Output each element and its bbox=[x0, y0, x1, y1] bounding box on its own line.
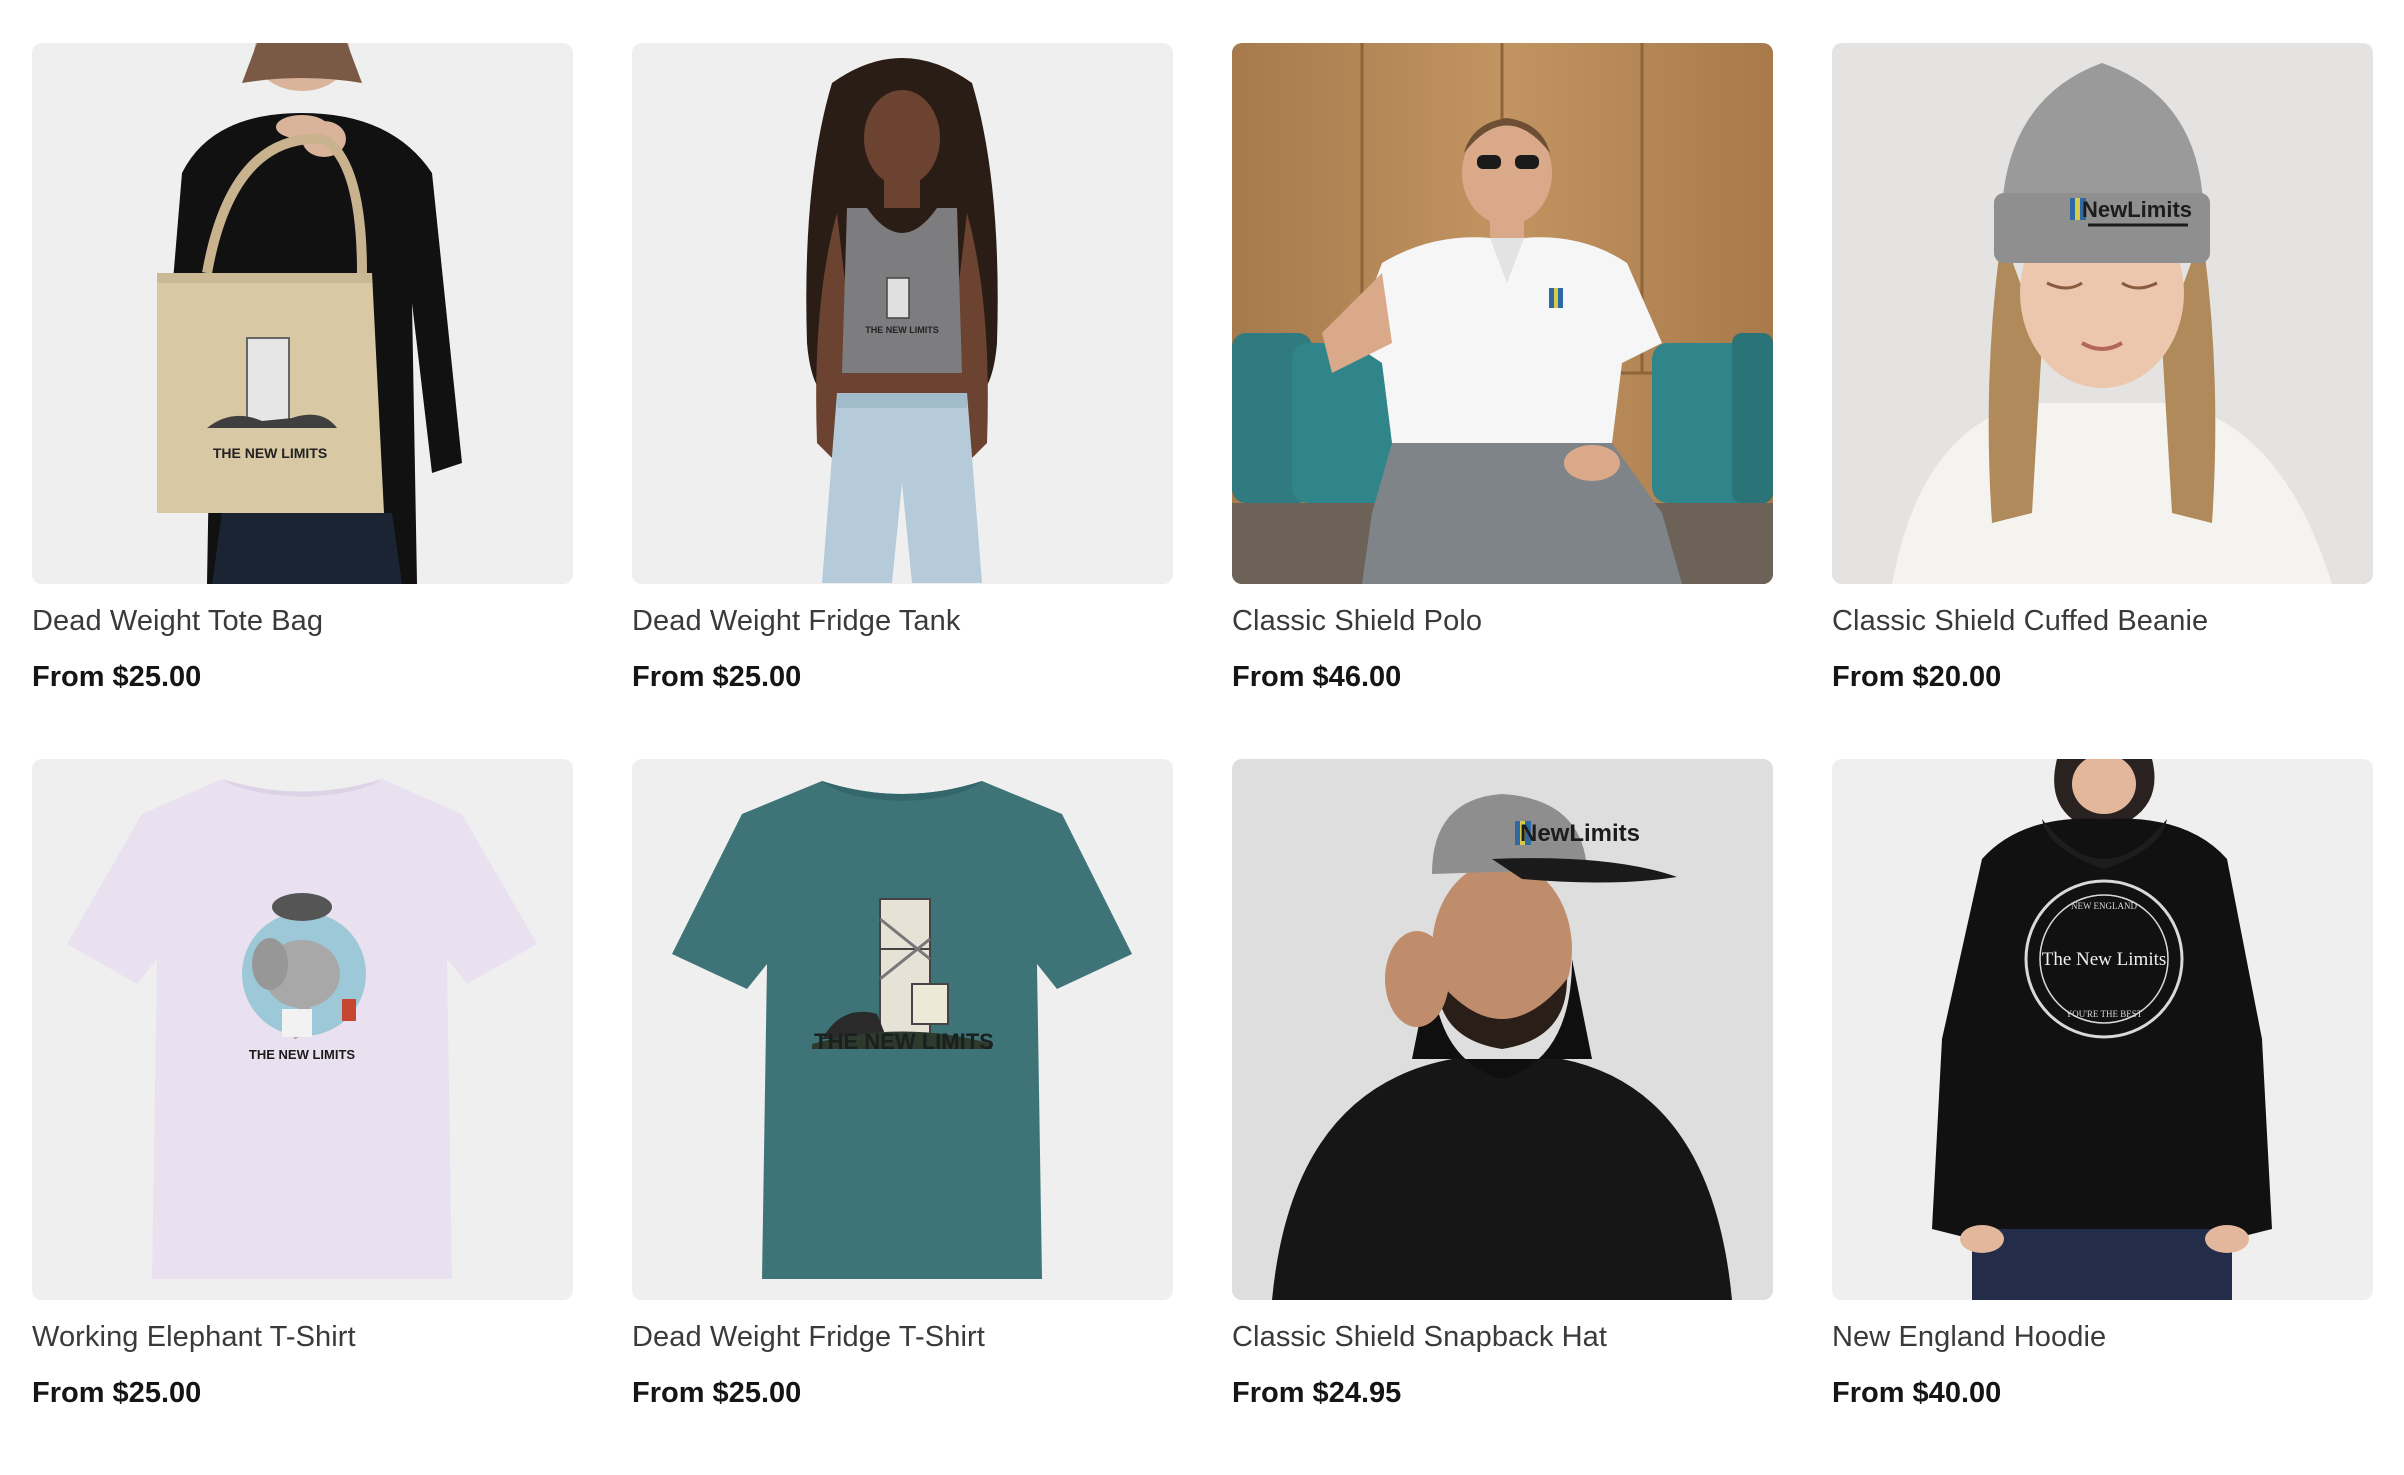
product-card[interactable]: THE NEW LIMITS Working Elephant T-Shirt … bbox=[32, 759, 573, 1475]
product-card[interactable]: Classic Shield Polo From $46.00 bbox=[1232, 43, 1773, 759]
snapback-photo: NewLimits bbox=[1232, 759, 1773, 1300]
hoodie-ring-top-text: NEW ENGLAND bbox=[2071, 901, 2138, 911]
hoodie-photo: NEW ENGLAND The New Limits YOU'RE THE BE… bbox=[1832, 759, 2373, 1300]
product-card[interactable]: NewLimits Classic Shield Cuffed Beanie F… bbox=[1832, 43, 2373, 759]
product-image[interactable]: NewLimits bbox=[1832, 43, 2373, 584]
hoodie-main-text: The New Limits bbox=[2042, 949, 2167, 970]
product-price: From $25.00 bbox=[632, 1377, 802, 1409]
product-image[interactable]: THE NEW LIMITS bbox=[632, 43, 1173, 584]
product-title[interactable]: Classic Shield Polo bbox=[1232, 602, 1773, 640]
product-image[interactable]: THE NEW LIMITS bbox=[32, 43, 573, 584]
product-price: From $25.00 bbox=[32, 1377, 202, 1409]
product-price: From $20.00 bbox=[1832, 661, 2002, 693]
tank-top-photo: THE NEW LIMITS bbox=[632, 43, 1173, 584]
product-title[interactable]: Classic Shield Snapback Hat bbox=[1232, 1318, 1773, 1356]
product-price: From $40.00 bbox=[1832, 1377, 2002, 1409]
product-title[interactable]: Working Elephant T-Shirt bbox=[32, 1318, 573, 1356]
product-price: From $25.00 bbox=[632, 661, 802, 693]
product-price: From $24.95 bbox=[1232, 1377, 1402, 1409]
beanie-photo: NewLimits bbox=[1832, 43, 2373, 584]
product-card[interactable]: NEW ENGLAND The New Limits YOU'RE THE BE… bbox=[1832, 759, 2373, 1475]
polo-photo bbox=[1232, 43, 1773, 584]
product-image[interactable]: NEW ENGLAND The New Limits YOU'RE THE BE… bbox=[1832, 759, 2373, 1300]
product-image[interactable]: THE NEW LIMITS bbox=[632, 759, 1173, 1300]
product-card[interactable]: THE NEW LIMITS Dead Weight Fridge Tank F… bbox=[632, 43, 1173, 759]
tote-bag-photo: THE NEW LIMITS bbox=[32, 43, 573, 584]
product-image[interactable]: NewLimits bbox=[1232, 759, 1773, 1300]
product-title[interactable]: Dead Weight Fridge T-Shirt bbox=[632, 1318, 1173, 1356]
hoodie-ring-bottom-text: YOU'RE THE BEST bbox=[2066, 1009, 2143, 1019]
elephant-tshirt-photo: THE NEW LIMITS bbox=[32, 759, 573, 1300]
elephant-print-text: THE NEW LIMITS bbox=[249, 1047, 355, 1062]
product-image[interactable]: THE NEW LIMITS bbox=[32, 759, 573, 1300]
product-card[interactable]: NewLimits Classic Shield Snapback Hat Fr… bbox=[1232, 759, 1773, 1475]
fridge-print-text: THE NEW LIMITS bbox=[814, 1029, 994, 1054]
product-title[interactable]: Dead Weight Fridge Tank bbox=[632, 602, 1173, 640]
tank-print-text: THE NEW LIMITS bbox=[865, 325, 939, 335]
product-grid: THE NEW LIMITS Dead Weight Tote Bag From… bbox=[32, 43, 2374, 1475]
tote-print-text: THE NEW LIMITS bbox=[213, 445, 327, 461]
snapback-logo-text: NewLimits bbox=[1520, 820, 1640, 847]
beanie-logo-text: NewLimits bbox=[2082, 197, 2192, 222]
product-image[interactable] bbox=[1232, 43, 1773, 584]
product-title[interactable]: Classic Shield Cuffed Beanie bbox=[1832, 602, 2373, 640]
product-price: From $46.00 bbox=[1232, 661, 1402, 693]
product-price: From $25.00 bbox=[32, 661, 202, 693]
fridge-tshirt-photo: THE NEW LIMITS bbox=[632, 759, 1173, 1300]
product-card[interactable]: THE NEW LIMITS Dead Weight Fridge T-Shir… bbox=[632, 759, 1173, 1475]
product-title[interactable]: New England Hoodie bbox=[1832, 1318, 2373, 1356]
product-title[interactable]: Dead Weight Tote Bag bbox=[32, 602, 573, 640]
product-card[interactable]: THE NEW LIMITS Dead Weight Tote Bag From… bbox=[32, 43, 573, 759]
